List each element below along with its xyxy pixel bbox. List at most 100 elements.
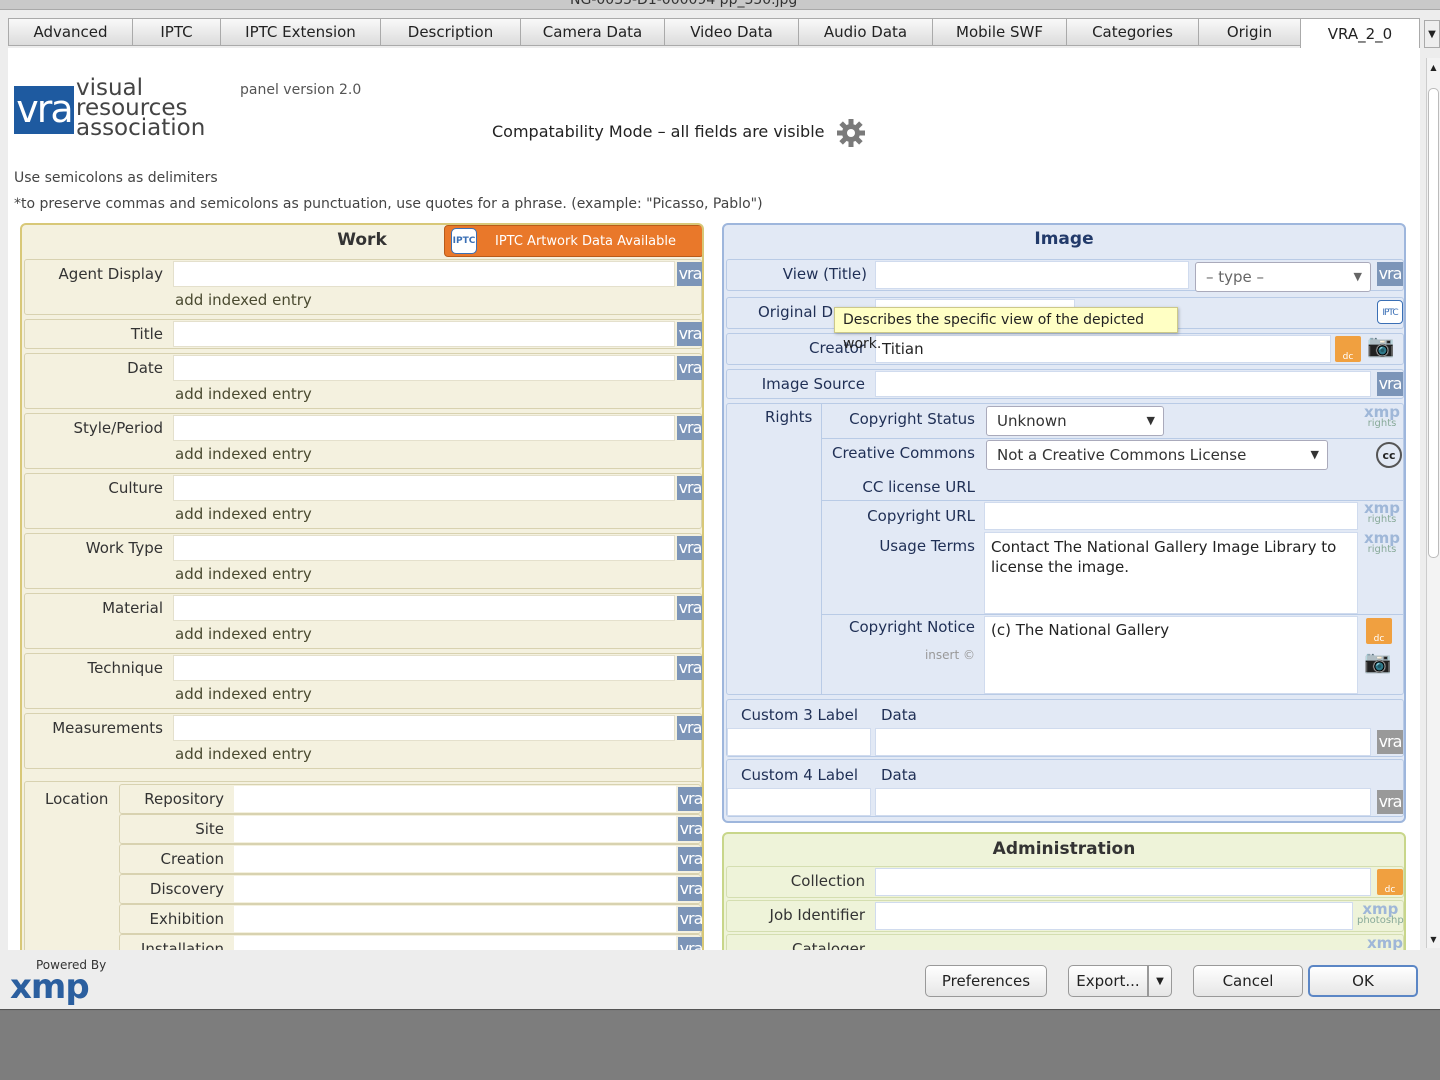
tab-audio-data[interactable]: Audio Data: [798, 18, 932, 46]
vra-badge-icon: vra: [678, 907, 702, 931]
add-indexed-entry-link[interactable]: add indexed entry: [175, 385, 312, 403]
cc-icon: cc: [1376, 442, 1402, 468]
original-label: Original D: [757, 303, 833, 321]
date-input[interactable]: [173, 355, 675, 381]
work-type-input[interactable]: [173, 535, 675, 561]
add-indexed-entry-link[interactable]: add indexed entry: [175, 445, 312, 463]
add-indexed-entry-link[interactable]: add indexed entry: [175, 565, 312, 583]
tab-mobile-swf[interactable]: Mobile SWF: [932, 18, 1066, 46]
tab-iptc-extension[interactable]: IPTC Extension: [220, 18, 380, 46]
scroll-down-icon[interactable]: ▼: [1427, 932, 1440, 946]
custom4-label-input[interactable]: [727, 788, 871, 816]
discovery-input[interactable]: [234, 876, 676, 902]
view-title-tooltip: Describes the specific view of the depic…: [834, 307, 1178, 352]
measurements-input[interactable]: [173, 715, 675, 741]
tab-advanced[interactable]: Advanced: [8, 18, 132, 46]
copyright-status-value: Unknown: [997, 412, 1067, 430]
scroll-up-icon[interactable]: ▲: [1427, 60, 1440, 74]
location-label: Location: [45, 790, 109, 808]
gear-icon[interactable]: [836, 118, 866, 148]
culture-row: Culture vra add indexed entry: [24, 473, 702, 529]
vra-badge-icon: vra: [677, 476, 702, 500]
tab-camera-data[interactable]: Camera Data: [520, 18, 664, 46]
tab-vra[interactable]: VRA_2_0: [1300, 18, 1420, 49]
vra-badge-icon: vra: [677, 262, 702, 286]
title-label: Title: [130, 325, 163, 343]
culture-label: Culture: [108, 479, 163, 497]
copyright-url-input[interactable]: [984, 502, 1358, 530]
desktop-background: [0, 1011, 1440, 1080]
add-indexed-entry-link[interactable]: add indexed entry: [175, 625, 312, 643]
dc-badge-icon: dc: [1366, 618, 1392, 644]
copyright-notice-textarea[interactable]: (c) The National Gallery: [984, 616, 1358, 694]
tab-video-data[interactable]: Video Data: [664, 18, 798, 46]
creator-input[interactable]: Titian: [875, 335, 1331, 363]
repository-input[interactable]: [234, 786, 676, 812]
style-period-input[interactable]: [173, 415, 675, 441]
job-identifier-input[interactable]: [875, 902, 1353, 930]
collection-input[interactable]: [875, 868, 1371, 896]
iptc-artwork-button[interactable]: IPTC IPTC Artwork Data Available: [444, 225, 702, 257]
culture-input[interactable]: [173, 475, 675, 501]
tab-menu-chevron-down-icon[interactable]: ▼: [1424, 20, 1440, 48]
custom3-label-input[interactable]: [727, 728, 871, 756]
cancel-button[interactable]: Cancel: [1193, 965, 1303, 997]
view-type-value: – type –: [1206, 268, 1265, 286]
add-indexed-entry-link[interactable]: add indexed entry: [175, 685, 312, 703]
chevron-down-icon: ▼: [1353, 270, 1362, 283]
creative-commons-select[interactable]: Not a Creative Commons License ▼: [986, 440, 1328, 470]
add-indexed-entry-link[interactable]: add indexed entry: [175, 291, 312, 309]
quotes-hint: *to preserve commas and semicolons as pu…: [14, 196, 763, 212]
title-input[interactable]: [173, 321, 675, 347]
tab-categories[interactable]: Categories: [1066, 18, 1198, 46]
add-indexed-entry-link[interactable]: add indexed entry: [175, 505, 312, 523]
window-titlebar: NG-0035-D1-000094 pp_350.jpg: [0, 0, 1440, 10]
insert-copyright-button[interactable]: insert ©: [925, 648, 975, 662]
site-input[interactable]: [234, 816, 676, 842]
view-title-input[interactable]: [875, 261, 1189, 289]
tab-origin[interactable]: Origin: [1198, 18, 1300, 46]
rights-text: rights: [1367, 514, 1397, 525]
installation-input[interactable]: [234, 936, 676, 950]
copyright-status-select[interactable]: Unknown ▼: [986, 406, 1164, 436]
job-identifier-label: Job Identifier: [769, 906, 865, 924]
view-title-label: View (Title): [782, 265, 867, 283]
chevron-down-icon: ▼: [1310, 448, 1319, 461]
creative-commons-value: Not a Creative Commons License: [997, 446, 1247, 464]
usage-terms-textarea[interactable]: Contact The National Gallery Image Libra…: [984, 532, 1358, 614]
vra-badge-icon: vra: [1377, 372, 1403, 396]
camera-icon[interactable]: 📷: [1367, 334, 1403, 360]
window-title: NG-0035-D1-000094 pp_350.jpg: [570, 0, 798, 8]
creative-commons-label: Creative Commons: [831, 444, 975, 462]
agent-display-input[interactable]: [173, 261, 675, 287]
technique-input[interactable]: [173, 655, 675, 681]
tab-description[interactable]: Description: [380, 18, 520, 46]
custom4-data-input[interactable]: [875, 788, 1371, 816]
exhibition-input[interactable]: [234, 906, 676, 932]
vertical-scrollbar[interactable]: ▲ ▼: [1426, 58, 1440, 948]
ok-button[interactable]: OK: [1308, 965, 1418, 997]
powered-by-xmp-logo: Powered By xmp: [10, 958, 120, 1014]
vra-logo-words: visual resources association: [76, 75, 206, 141]
export-button[interactable]: Export...: [1068, 965, 1148, 997]
location-row-discovery: Discovery vra: [119, 874, 702, 904]
scroll-thumb[interactable]: [1428, 88, 1439, 558]
custom3-data-input[interactable]: [875, 728, 1371, 756]
export-menu-chevron-down-icon[interactable]: ▼: [1148, 965, 1172, 997]
camera-icon[interactable]: 📷: [1364, 650, 1400, 676]
xmp-rights-badge-icon: xmp rights: [1364, 531, 1400, 556]
image-source-input[interactable]: [875, 371, 1371, 397]
technique-row: Technique vra add indexed entry: [24, 653, 702, 709]
view-type-select[interactable]: – type – ▼: [1195, 262, 1371, 292]
xmp-photoshop-badge-icon: xmp photoshp: [1357, 902, 1404, 927]
vra-logo-mark: vra: [14, 86, 74, 134]
preferences-button[interactable]: Preferences: [925, 965, 1047, 997]
material-input[interactable]: [173, 595, 675, 621]
creation-input[interactable]: [234, 846, 676, 872]
add-indexed-entry-link[interactable]: add indexed entry: [175, 745, 312, 763]
creator-row: Creator Titian dc 📷: [726, 333, 1404, 365]
view-title-row: View (Title) – type – ▼ vra: [726, 259, 1404, 292]
iptc-icon: IPTC: [451, 228, 477, 254]
divider: [822, 438, 1404, 439]
tab-iptc[interactable]: IPTC: [132, 18, 220, 46]
